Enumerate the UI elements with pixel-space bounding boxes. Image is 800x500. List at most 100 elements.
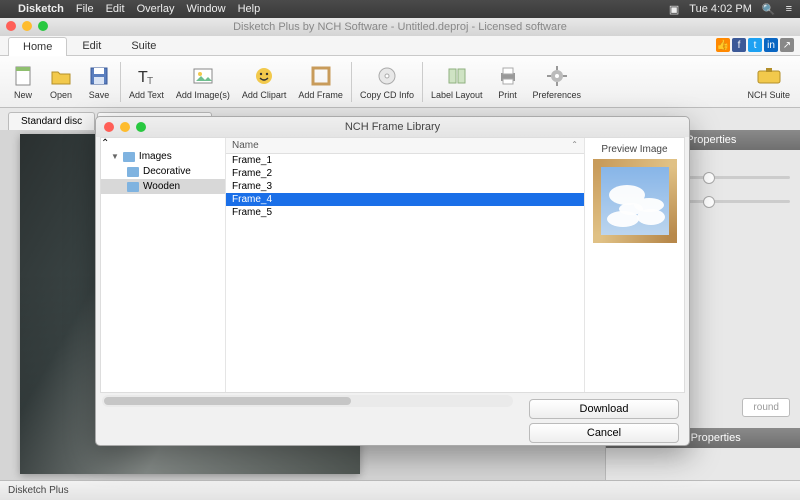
list-item[interactable]: Frame_1: [226, 154, 584, 167]
clipart-icon: [251, 63, 277, 89]
toolbar-label: Copy CD Info: [360, 90, 414, 100]
toolbar-add-frame[interactable]: Add Frame: [292, 61, 349, 102]
toolbar-label: Add Image(s): [176, 90, 230, 100]
menu-window[interactable]: Window: [186, 3, 225, 15]
facebook-icon[interactable]: f: [732, 38, 746, 52]
menu-edit[interactable]: Edit: [106, 3, 125, 15]
list-item[interactable]: Frame_3: [226, 180, 584, 193]
toolbar-add-text[interactable]: TTAdd Text: [123, 61, 170, 102]
ribbon-tab-home[interactable]: Home: [8, 37, 67, 56]
svg-text:T: T: [147, 76, 153, 87]
dialog-scrollbar[interactable]: [102, 395, 513, 407]
ribbon-tab-edit[interactable]: Edit: [67, 36, 116, 55]
new-icon: [10, 63, 36, 89]
toolbar-open[interactable]: Open: [42, 61, 80, 102]
toolbar-label: Add Clipart: [242, 90, 287, 100]
cancel-button[interactable]: Cancel: [529, 423, 679, 443]
toolbar-new[interactable]: New: [4, 61, 42, 102]
frame-library-dialog: NCH Frame Library ⌃ ▼ Images Decorative Woo…: [95, 116, 690, 446]
image-icon: [190, 63, 216, 89]
traffic-lights[interactable]: [6, 21, 48, 31]
clock: Tue 4:02 PM: [689, 3, 752, 15]
list-item[interactable]: Frame_2: [226, 167, 584, 180]
toolbar-label: Add Frame: [298, 90, 343, 100]
toolbar-label: Label Layout: [431, 90, 483, 100]
tree-label: Decorative: [143, 166, 191, 177]
folder-tree[interactable]: ⌃ ▼ Images Decorative Wooden: [101, 138, 226, 392]
toolbar-label: NCH Suite: [747, 90, 790, 100]
toolbar-label: Save: [89, 90, 110, 100]
toolbar-label: Add Text: [129, 90, 164, 100]
toolbar-copy-cd-info[interactable]: Copy CD Info: [354, 61, 420, 102]
menu-file[interactable]: File: [76, 3, 94, 15]
folder-icon: [127, 182, 139, 192]
frame-list[interactable]: Name ⌃ Frame_1Frame_2Frame_3Frame_4Frame_…: [226, 138, 584, 392]
toolbar-nch-suite[interactable]: NCH Suite: [741, 61, 796, 102]
frame-icon: [308, 63, 334, 89]
menu-app[interactable]: Disketch: [18, 3, 64, 15]
toolbar: New Open Save TTAdd Text Add Image(s) Add Cli…: [0, 56, 800, 108]
dialog-titlebar: NCH Frame Library: [96, 117, 689, 137]
toolbar-preferences[interactable]: Preferences: [527, 61, 588, 102]
tree-item-images[interactable]: ▼ Images: [101, 149, 225, 164]
ribbon-tabs: Home Edit Suite 👍 f t in ↗: [0, 36, 800, 56]
ribbon-tab-suite[interactable]: Suite: [116, 36, 171, 55]
dialog-zoom-icon[interactable]: [136, 122, 146, 132]
toolbar-label: Open: [50, 90, 72, 100]
preview-label: Preview Image: [601, 144, 667, 155]
dialog-minimize-icon[interactable]: [120, 122, 130, 132]
close-icon[interactable]: [6, 21, 16, 31]
cd-icon: [374, 63, 400, 89]
toolbar-label: New: [14, 90, 32, 100]
window-title: Disketch Plus by NCH Software - Untitled…: [233, 21, 567, 33]
dialog-title: NCH Frame Library: [345, 121, 440, 133]
prefs-icon: [544, 63, 570, 89]
menu-help[interactable]: Help: [238, 3, 261, 15]
folder-icon: [123, 152, 135, 162]
window-titlebar: Disketch Plus by NCH Software - Untitled…: [0, 18, 800, 36]
menu-extra-icon[interactable]: ≡: [786, 3, 792, 15]
status-text: Disketch Plus: [8, 485, 69, 496]
share-icon[interactable]: ↗: [780, 38, 794, 52]
like-icon[interactable]: 👍: [716, 38, 730, 52]
preview-pane: Preview Image: [584, 138, 684, 392]
tree-item-wooden[interactable]: Wooden: [101, 179, 225, 194]
folder-icon: [127, 167, 139, 177]
save-icon: [86, 63, 112, 89]
list-sort-icon[interactable]: ⌃: [571, 140, 578, 151]
spotlight-icon[interactable]: 🔍: [762, 3, 776, 16]
list-item[interactable]: Frame_4: [226, 193, 584, 206]
toolbar-print[interactable]: Print: [489, 61, 527, 102]
preview-image: [593, 159, 677, 243]
tab-standard-disc[interactable]: Standard disc: [8, 112, 95, 130]
mac-menubar: Disketch File Edit Overlay Window Help ▣…: [0, 0, 800, 18]
tree-item-decorative[interactable]: Decorative: [101, 164, 225, 179]
twitter-icon[interactable]: t: [748, 38, 762, 52]
menu-overlay[interactable]: Overlay: [137, 3, 175, 15]
social-icons: 👍 f t in ↗: [716, 38, 794, 52]
tree-label: Wooden: [143, 181, 180, 192]
list-header-name[interactable]: Name: [232, 140, 259, 151]
print-icon: [495, 63, 521, 89]
toolbar-add-clipart[interactable]: Add Clipart: [236, 61, 293, 102]
zoom-icon[interactable]: [38, 21, 48, 31]
layout-icon: [444, 63, 470, 89]
list-item[interactable]: Frame_5: [226, 206, 584, 219]
linkedin-icon[interactable]: in: [764, 38, 778, 52]
minimize-icon[interactable]: [22, 21, 32, 31]
toolbar-label: Preferences: [533, 90, 582, 100]
toolbar-label-layout[interactable]: Label Layout: [425, 61, 489, 102]
tree-label: Images: [139, 151, 172, 162]
text-icon: TT: [133, 63, 159, 89]
dialog-close-icon[interactable]: [104, 122, 114, 132]
toolbar-save[interactable]: Save: [80, 61, 118, 102]
toolbar-label: Print: [498, 90, 517, 100]
download-button[interactable]: Download: [529, 399, 679, 419]
round-button[interactable]: round: [742, 398, 790, 417]
airplay-icon[interactable]: ▣: [669, 3, 679, 16]
tree-sort-icon[interactable]: ⌃: [101, 138, 109, 149]
disclosure-icon[interactable]: ▼: [111, 152, 119, 161]
suite-icon: [756, 63, 782, 89]
toolbar-add-image-s-[interactable]: Add Image(s): [170, 61, 236, 102]
status-bar: Disketch Plus: [0, 480, 800, 500]
